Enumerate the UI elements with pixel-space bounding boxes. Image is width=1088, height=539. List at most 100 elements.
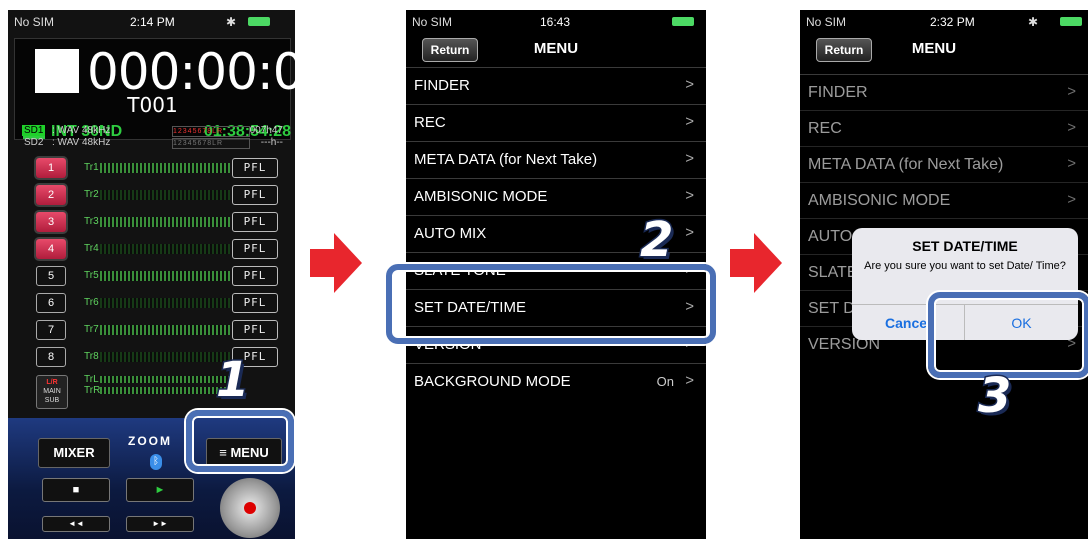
page-title: MENU xyxy=(533,40,579,57)
menu-item[interactable]: META DATA (for Next Take) > xyxy=(406,141,706,178)
battery-icon xyxy=(1060,17,1082,26)
track-arm-button[interactable]: 2 xyxy=(36,185,66,205)
stop-indicator-icon xyxy=(35,49,79,93)
set-date-time-highlight xyxy=(386,264,716,344)
clock-label: 2:14 PM xyxy=(130,15,175,29)
track-name: Tr1 xyxy=(84,162,99,173)
track-arm-button[interactable]: 5 xyxy=(36,266,66,286)
menu-button-highlight xyxy=(186,410,294,472)
sd2-row: SD2 : WAV 48kHz 12345678LR ---h-- xyxy=(22,137,287,149)
pfl-button[interactable]: PFL xyxy=(232,185,278,205)
track-row: 3 Tr3 PFL xyxy=(36,212,278,232)
sd2-time: ---h-- xyxy=(260,137,283,148)
dialog-title: SET DATE/TIME xyxy=(912,238,1018,254)
pfl-button[interactable]: PFL xyxy=(232,158,278,178)
sd1-time: 007h47 xyxy=(249,125,283,136)
status-bar: No SIM 2:32 PM ✱ xyxy=(800,10,1088,32)
track-name: Tr4 xyxy=(84,243,99,254)
chevron-right-icon: > xyxy=(685,187,694,204)
chevron-right-icon: > xyxy=(685,372,694,389)
track-arm-button[interactable]: 3 xyxy=(36,212,66,232)
level-meter xyxy=(100,244,230,254)
nav-bar: Return MENU xyxy=(800,32,1088,76)
sd1-row: SD1 : WAV 48kHz 12345678LR 007h47 xyxy=(22,125,287,137)
status-bar: No SIM 16:43 xyxy=(406,10,706,32)
sd2-channel-map: 12345678LR xyxy=(172,138,250,149)
track-arm-button[interactable]: 6 xyxy=(36,293,66,313)
menu-item-label: AMBISONIC MODE xyxy=(414,188,548,205)
track-name-l: TrL xyxy=(84,374,99,385)
pfl-button[interactable]: PFL xyxy=(232,266,278,286)
pfl-button[interactable]: PFL xyxy=(232,293,278,313)
level-meter xyxy=(100,163,230,173)
level-meter xyxy=(100,352,230,362)
menu-item-label: REC xyxy=(414,114,446,131)
battery-icon xyxy=(672,17,694,26)
level-meter xyxy=(100,190,230,200)
arrow-right-icon xyxy=(730,233,782,293)
arrow-right-icon xyxy=(310,233,362,293)
sd2-label: SD2 xyxy=(24,137,44,148)
ok-button-highlight xyxy=(928,292,1088,378)
take-name: T001 xyxy=(127,93,178,117)
track-name: Tr8 xyxy=(84,351,99,362)
dialog-message: Are you sure you want to set Date/ Time? xyxy=(864,260,1066,272)
menu-item-label: AUTO MIX xyxy=(414,225,487,242)
track-arm-button[interactable]: 7 xyxy=(36,320,66,340)
chevron-right-icon: > xyxy=(685,150,694,167)
level-meter xyxy=(100,271,230,281)
pfl-button[interactable]: PFL xyxy=(232,212,278,232)
page-title: MENU xyxy=(911,40,957,57)
menu-item[interactable]: BACKGROUND MODE On > xyxy=(406,363,706,400)
carrier-label: No SIM xyxy=(412,15,453,29)
rewind-button[interactable]: ◄◄ xyxy=(42,516,110,532)
level-meter-r xyxy=(100,387,230,394)
track-name: Tr6 xyxy=(84,297,99,308)
step-2-label: 2 xyxy=(638,211,674,270)
menu-item[interactable]: AMBISONIC MODE > xyxy=(406,178,706,215)
pfl-button[interactable]: PFL xyxy=(232,320,278,340)
track-row: 2 Tr2 PFL xyxy=(36,185,278,205)
track-row: 5 Tr5 PFL xyxy=(36,266,278,286)
step-1-label: 1 xyxy=(214,351,250,410)
chevron-right-icon: > xyxy=(685,76,694,93)
level-meter xyxy=(100,217,230,227)
chevron-right-icon: > xyxy=(685,113,694,130)
status-bar: No SIM 2:14 PM ✱ xyxy=(8,10,295,32)
track-arm-button[interactable]: 8 xyxy=(36,347,66,367)
bluetooth-icon: ✱ xyxy=(1028,15,1039,29)
track-name: Tr7 xyxy=(84,324,99,335)
battery-icon xyxy=(248,17,270,26)
track-arm-button[interactable]: 4 xyxy=(36,239,66,259)
level-meter xyxy=(100,298,230,308)
sd1-format: : WAV 48kHz xyxy=(52,125,111,136)
fast-forward-button[interactable]: ►► xyxy=(126,516,194,532)
zoom-logo: ZOOM xyxy=(128,434,172,448)
sd1-channel-map: 12345678LR xyxy=(172,126,250,137)
track-name: Tr5 xyxy=(84,270,99,281)
carrier-label: No SIM xyxy=(14,15,55,29)
pfl-button[interactable]: PFL xyxy=(232,239,278,259)
play-button[interactable]: ► xyxy=(126,478,194,502)
menu-item-value: On xyxy=(656,374,674,389)
track-arm-button[interactable]: 1 xyxy=(36,158,66,178)
record-button[interactable] xyxy=(220,478,280,538)
menu-item[interactable]: REC > xyxy=(406,104,706,141)
track-row: 6 Tr6 PFL xyxy=(36,293,278,313)
bluetooth-icon: ✱ xyxy=(226,15,237,29)
level-meter xyxy=(100,325,230,335)
menu-item-label: FINDER xyxy=(414,77,470,94)
level-meter-l xyxy=(100,376,230,383)
track-row: 4 Tr4 PFL xyxy=(36,239,278,259)
sd2-format: : WAV 48kHz xyxy=(52,137,111,148)
menu-item-label: META DATA (for Next Take) xyxy=(414,151,598,168)
menu-item-label: BACKGROUND MODE xyxy=(414,373,571,390)
stop-button[interactable]: ■ xyxy=(42,478,110,502)
clock-label: 2:32 PM xyxy=(930,15,975,29)
carrier-label: No SIM xyxy=(806,15,847,29)
menu-item[interactable]: FINDER > xyxy=(406,67,706,104)
mixer-button[interactable]: MIXER xyxy=(38,438,110,468)
confirm-screen: No SIM 2:32 PM ✱ Return MENU FINDER > REC >… xyxy=(800,10,1088,539)
clock-label: 16:43 xyxy=(540,15,571,29)
track-name: Tr2 xyxy=(84,189,99,200)
